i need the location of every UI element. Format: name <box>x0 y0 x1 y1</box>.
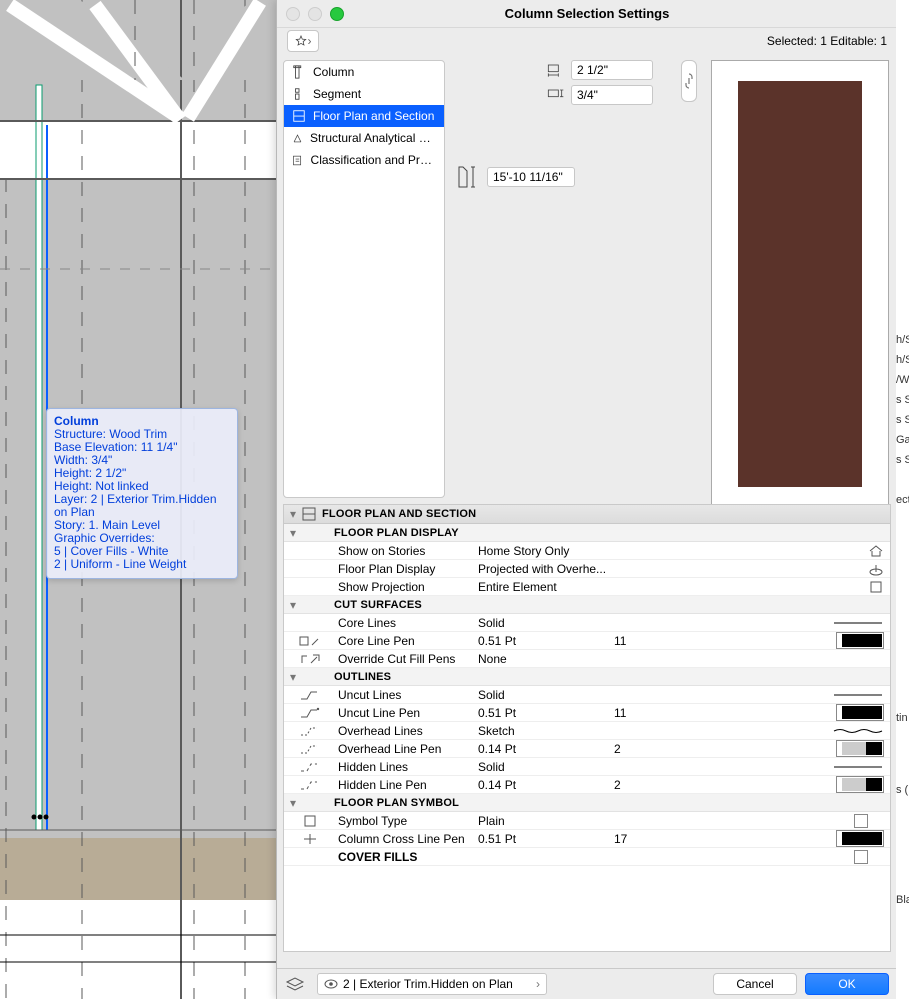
favorites-button[interactable]: › <box>287 30 319 52</box>
override-icon <box>299 652 321 666</box>
group-outlines[interactable]: ▾ OUTLINES <box>284 668 890 686</box>
pen-icon <box>299 778 321 792</box>
row-floor-plan-display[interactable]: Floor Plan Display Projected with Overhe… <box>284 560 890 578</box>
selection-count: Selected: 1 Editable: 1 <box>767 34 887 48</box>
depth-icon <box>545 88 565 102</box>
disclosure-icon[interactable]: ▾ <box>284 526 302 540</box>
floor-plan-section-panel: ▾ FLOOR PLAN AND SECTION ▾ FLOOR PLAN DI… <box>283 504 891 952</box>
row-uncut-line-pen[interactable]: Uncut Line Pen 0.51 Pt 11 <box>284 704 890 722</box>
row-column-cross-line-pen[interactable]: Column Cross Line Pen 0.51 Pt 17 <box>284 830 890 848</box>
star-icon <box>295 35 307 47</box>
disclosure-icon[interactable]: ▾ <box>284 598 302 612</box>
nav-item-classification[interactable]: Classification and Properties <box>284 149 444 171</box>
symbol-icon <box>303 814 317 828</box>
settings-nav: Column Segment Floor Plan and Section St… <box>283 60 445 498</box>
row-core-line-pen[interactable]: Core Line Pen 0.51 Pt 11 <box>284 632 890 650</box>
column-icon <box>292 65 306 79</box>
row-override-cut-fill-pens[interactable]: Override Cut Fill Pens None <box>284 650 890 668</box>
symbol-type-checkbox[interactable] <box>854 814 868 828</box>
cross-icon <box>301 832 319 846</box>
group-floor-plan-symbol[interactable]: ▾ FLOOR PLAN SYMBOL <box>284 794 890 812</box>
hidden-icon <box>299 760 321 774</box>
pen-swatch[interactable] <box>836 776 884 793</box>
row-overhead-lines[interactable]: Overhead Lines Sketch <box>284 722 890 740</box>
structural-icon <box>292 131 303 145</box>
width-icon <box>545 63 565 77</box>
pen-swatch[interactable] <box>836 704 884 721</box>
row-hidden-lines[interactable]: Hidden Lines Solid <box>284 758 890 776</box>
pen-swatch[interactable] <box>836 830 884 847</box>
column-settings-dialog: Column Selection Settings › Selected: 1 … <box>276 0 897 999</box>
nav-item-column[interactable]: Column <box>284 61 444 83</box>
projected-icon <box>868 562 884 576</box>
row-show-on-stories[interactable]: Show on Stories Home Story Only <box>284 542 890 560</box>
cover-fills-checkbox[interactable] <box>854 850 868 864</box>
column-preview <box>711 60 889 508</box>
group-cut-surfaces[interactable]: ▾ CUT SURFACES <box>284 596 890 614</box>
chevron-right-icon: › <box>308 34 312 48</box>
chain-icon <box>684 73 694 89</box>
tooltip-line: Layer: 2 | Exterior Trim.Hidden on Plan <box>54 493 230 519</box>
overhead-icon <box>299 724 321 738</box>
width-input[interactable] <box>571 60 653 80</box>
row-symbol-type[interactable]: Symbol Type Plain <box>284 812 890 830</box>
row-cover-fills[interactable]: COVER FILLS <box>284 848 890 866</box>
nav-item-segment[interactable]: Segment <box>284 83 444 105</box>
pen-icon <box>299 634 321 648</box>
link-dimensions-button[interactable] <box>681 60 697 102</box>
close-icon[interactable] <box>286 7 300 21</box>
line-preview-icon <box>832 727 884 735</box>
eye-icon <box>324 979 338 989</box>
dialog-title: Column Selection Settings <box>505 6 670 21</box>
row-hidden-line-pen[interactable]: Hidden Line Pen 0.14 Pt 2 <box>284 776 890 794</box>
row-uncut-lines[interactable]: Uncut Lines Solid <box>284 686 890 704</box>
disclosure-icon[interactable]: ▾ <box>284 796 302 810</box>
ok-button[interactable]: OK <box>805 973 889 995</box>
floorplan-section-icon <box>302 507 322 521</box>
entire-element-icon <box>868 580 884 594</box>
home-story-icon <box>868 544 884 558</box>
height-input[interactable] <box>487 167 575 187</box>
layer-combo[interactable]: 2 | Exterior Trim.Hidden on Plan › <box>317 973 547 995</box>
classification-icon <box>292 153 304 167</box>
pen-icon <box>299 706 321 720</box>
right-side-panel: h/S h/S /W s S s S Gar s S ect tin s ( B… <box>896 0 909 999</box>
uncut-icon <box>299 688 321 702</box>
segment-icon <box>292 87 306 101</box>
height-icon <box>455 163 479 191</box>
line-preview-icon <box>832 691 884 699</box>
depth-input[interactable] <box>571 85 653 105</box>
minimize-icon[interactable] <box>308 7 322 21</box>
floorplan-icon <box>292 109 306 123</box>
group-floor-plan-display[interactable]: ▾ FLOOR PLAN DISPLAY <box>284 524 890 542</box>
pen-swatch[interactable] <box>836 740 884 757</box>
disclosure-icon[interactable]: ▾ <box>284 670 302 684</box>
nav-item-structural[interactable]: Structural Analytical Parame... <box>284 127 444 149</box>
cancel-button[interactable]: Cancel <box>713 973 797 995</box>
element-info-tooltip: Column Structure: Wood Trim Base Elevati… <box>46 408 238 579</box>
pen-swatch[interactable] <box>836 632 884 649</box>
row-show-projection[interactable]: Show Projection Entire Element <box>284 578 890 596</box>
chevron-right-icon: › <box>536 977 540 991</box>
layer-icon <box>285 976 309 992</box>
line-preview-icon <box>832 763 884 771</box>
preview-solid <box>738 81 862 487</box>
line-preview-icon <box>832 619 884 627</box>
pen-icon <box>299 742 321 756</box>
tooltip-line: 2 | Uniform - Line Weight <box>54 558 230 571</box>
row-overhead-line-pen[interactable]: Overhead Line Pen 0.14 Pt 2 <box>284 740 890 758</box>
zoom-icon[interactable] <box>330 7 344 21</box>
disclosure-icon[interactable]: ▾ <box>284 507 302 521</box>
panel-header[interactable]: ▾ FLOOR PLAN AND SECTION <box>284 505 890 524</box>
nav-item-floorplan[interactable]: Floor Plan and Section <box>284 105 444 127</box>
dialog-titlebar[interactable]: Column Selection Settings <box>277 0 897 28</box>
dialog-footer: 2 | Exterior Trim.Hidden on Plan › Cance… <box>277 968 897 999</box>
row-core-lines[interactable]: Core Lines Solid <box>284 614 890 632</box>
